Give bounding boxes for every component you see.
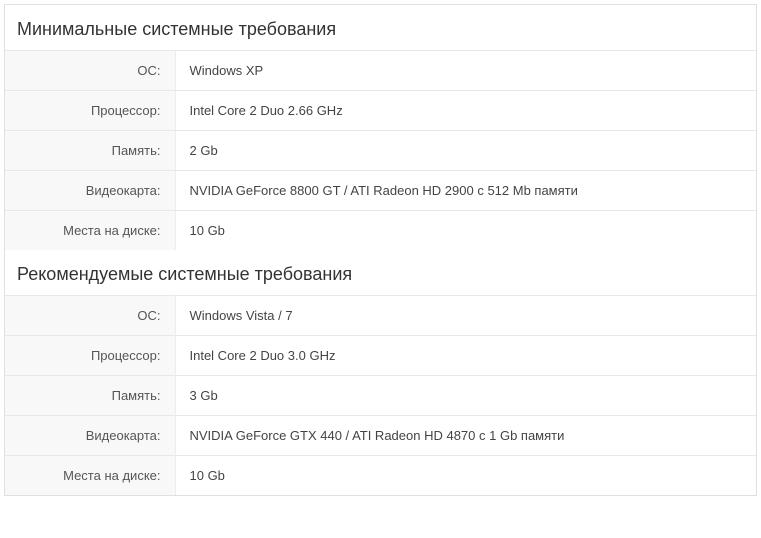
spec-label: Видеокарта: (5, 416, 175, 456)
spec-value: 10 Gb (175, 456, 756, 496)
spec-value: 2 Gb (175, 131, 756, 171)
spec-value: NVIDIA GeForce GTX 440 / ATI Radeon HD 4… (175, 416, 756, 456)
spec-value: Intel Core 2 Duo 2.66 GHz (175, 91, 756, 131)
min-requirements-table: ОС: Windows XP Процессор: Intel Core 2 D… (5, 50, 756, 250)
spec-label: Процессор: (5, 336, 175, 376)
spec-label: Память: (5, 131, 175, 171)
table-row: Память: 3 Gb (5, 376, 756, 416)
table-row: Видеокарта: NVIDIA GeForce GTX 440 / ATI… (5, 416, 756, 456)
table-row: Видеокарта: NVIDIA GeForce 8800 GT / ATI… (5, 171, 756, 211)
spec-value: 3 Gb (175, 376, 756, 416)
spec-label: ОС: (5, 51, 175, 91)
table-row: ОС: Windows XP (5, 51, 756, 91)
spec-value: Windows XP (175, 51, 756, 91)
table-row: Места на диске: 10 Gb (5, 456, 756, 496)
rec-requirements-title: Рекомендуемые системные требования (5, 250, 756, 295)
spec-label: Память: (5, 376, 175, 416)
rec-requirements-table: ОС: Windows Vista / 7 Процессор: Intel C… (5, 295, 756, 495)
table-row: Процессор: Intel Core 2 Duo 2.66 GHz (5, 91, 756, 131)
table-row: Память: 2 Gb (5, 131, 756, 171)
spec-label: Места на диске: (5, 456, 175, 496)
table-row: Места на диске: 10 Gb (5, 211, 756, 251)
min-requirements-title: Минимальные системные требования (5, 5, 756, 50)
spec-value: Windows Vista / 7 (175, 296, 756, 336)
table-row: ОС: Windows Vista / 7 (5, 296, 756, 336)
spec-value: 10 Gb (175, 211, 756, 251)
spec-label: ОС: (5, 296, 175, 336)
spec-value: Intel Core 2 Duo 3.0 GHz (175, 336, 756, 376)
requirements-panel: Минимальные системные требования ОС: Win… (4, 4, 757, 496)
spec-label: Процессор: (5, 91, 175, 131)
spec-label: Видеокарта: (5, 171, 175, 211)
table-row: Процессор: Intel Core 2 Duo 3.0 GHz (5, 336, 756, 376)
spec-value: NVIDIA GeForce 8800 GT / ATI Radeon HD 2… (175, 171, 756, 211)
spec-label: Места на диске: (5, 211, 175, 251)
